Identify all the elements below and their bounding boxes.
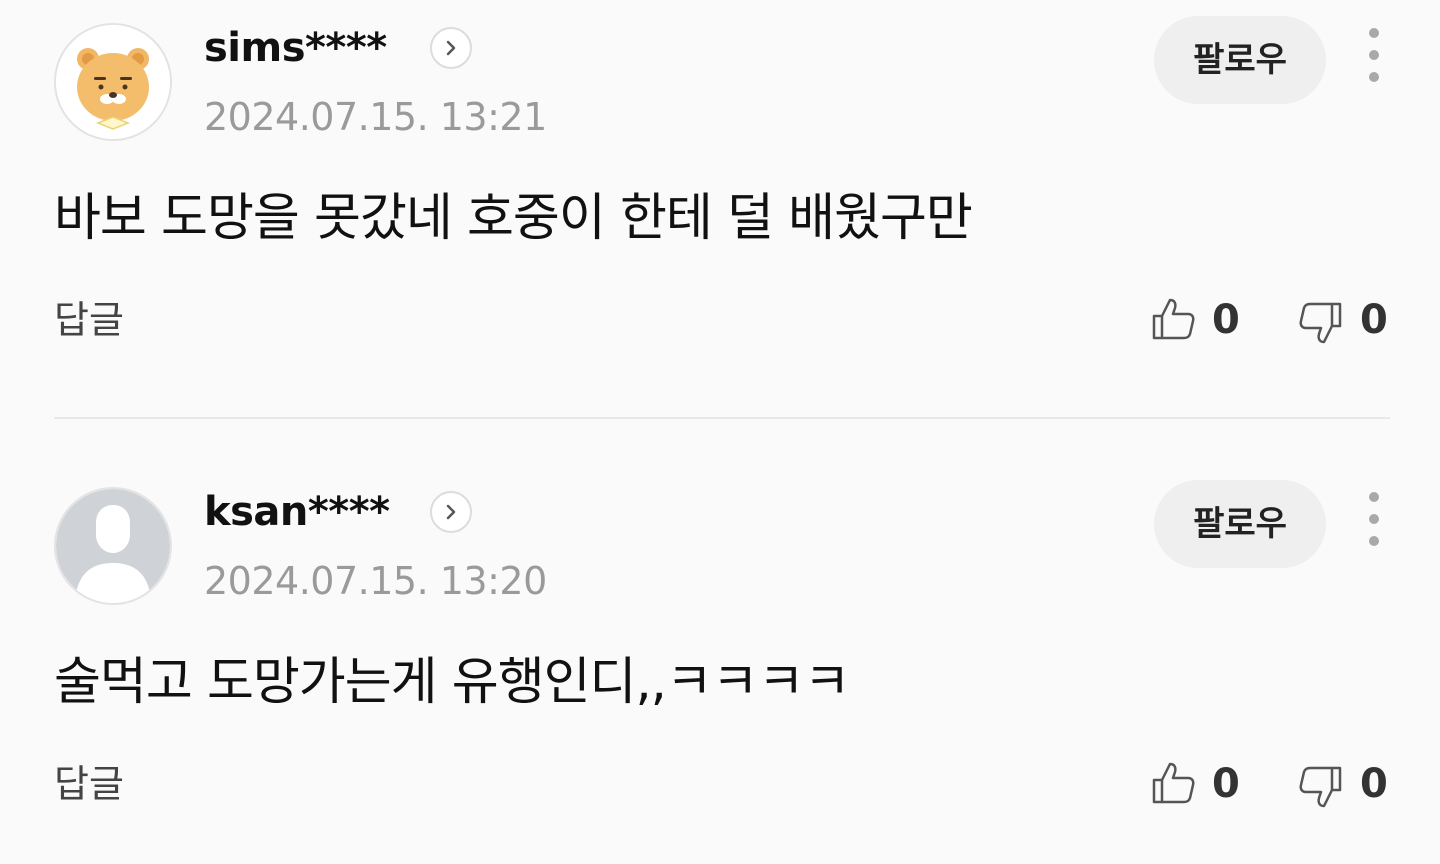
more-vertical-icon <box>1369 492 1379 502</box>
username[interactable]: sims**** <box>204 22 387 74</box>
like-button[interactable]: 0 <box>1150 754 1242 814</box>
more-dot <box>1369 50 1379 60</box>
default-person-avatar-icon <box>56 489 170 603</box>
more-dot <box>1369 72 1379 82</box>
comment-timestamp: 2024.07.15. 13:21 <box>204 95 547 139</box>
comment-item: ksan**** 2024.07.15. 13:20 팔로우 술먹고 도망가는게… <box>0 464 1440 864</box>
avatar[interactable] <box>54 23 172 141</box>
reply-button[interactable]: 답글 <box>54 294 124 346</box>
comment-timestamp: 2024.07.15. 13:20 <box>204 559 547 603</box>
thumbs-down-icon <box>1299 302 1342 344</box>
chevron-right-icon <box>446 40 456 56</box>
profile-link-button[interactable] <box>430 491 472 533</box>
divider <box>54 417 1390 419</box>
username[interactable]: ksan**** <box>204 486 390 538</box>
profile-link-button[interactable] <box>430 27 472 69</box>
comment-text: 술먹고 도망가는게 유행인디,,ㅋㅋㅋㅋ <box>54 653 851 712</box>
dislike-count: 0 <box>1360 297 1388 343</box>
thumbs-down-icon <box>1299 766 1342 808</box>
thumbs-up-icon <box>1152 762 1195 804</box>
reply-button[interactable]: 답글 <box>54 758 124 810</box>
like-button[interactable]: 0 <box>1150 290 1242 350</box>
avatar[interactable] <box>54 487 172 605</box>
thumbs-up-icon <box>1152 298 1195 340</box>
follow-button[interactable]: 팔로우 <box>1154 16 1326 104</box>
like-count: 0 <box>1212 761 1240 807</box>
ryan-bear-avatar-icon <box>56 25 170 139</box>
comment-text: 바보 도망을 못갔네 호중이 한테 덜 배웠구만 <box>54 189 973 248</box>
dislike-button[interactable]: 0 <box>1298 754 1390 814</box>
more-vertical-icon <box>1369 28 1379 38</box>
more-dot <box>1369 536 1379 546</box>
more-dot <box>1369 514 1379 524</box>
follow-button[interactable]: 팔로우 <box>1154 480 1326 568</box>
dislike-button[interactable]: 0 <box>1298 290 1390 350</box>
more-options-button[interactable] <box>1356 492 1392 552</box>
more-options-button[interactable] <box>1356 28 1392 88</box>
chevron-right-icon <box>446 504 456 520</box>
like-count: 0 <box>1212 297 1240 343</box>
dislike-count: 0 <box>1360 761 1388 807</box>
comment-item: sims**** 2024.07.15. 13:21 팔로우 바보 도망을 못갔… <box>0 0 1440 419</box>
